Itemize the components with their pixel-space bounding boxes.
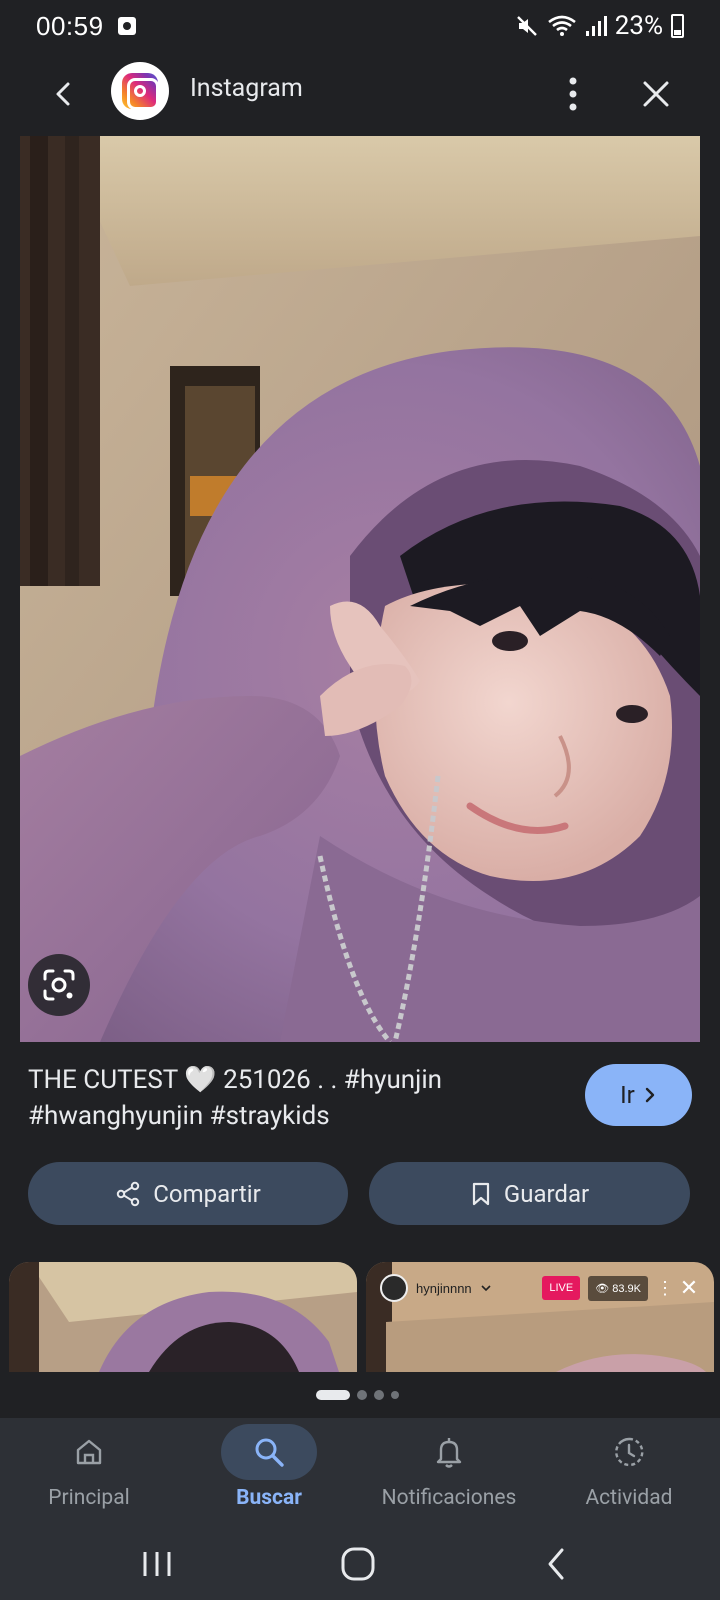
battery-icon <box>671 14 684 38</box>
nav-label: Principal <box>48 1486 130 1510</box>
site-title: Instagram <box>190 74 303 103</box>
page-dot <box>374 1390 384 1400</box>
chevron-down-icon <box>481 1285 491 1292</box>
top-app-bar: Instagram <box>0 52 720 136</box>
bookmark-icon <box>472 1182 489 1205</box>
mute-icon <box>516 16 537 36</box>
close-icon[interactable] <box>636 74 676 114</box>
nav-label: Notificaciones <box>381 1486 517 1510</box>
save-button[interactable]: Guardar <box>369 1162 690 1225</box>
live-more-icon: ⋮ <box>656 1277 674 1298</box>
nav-label: Actividad <box>585 1486 673 1510</box>
related-images: hynjinnnn LIVE 👁 83.9K ⋮ ✕ <box>0 1262 720 1372</box>
nav-label: Buscar <box>236 1486 302 1510</box>
live-close-icon: ✕ <box>679 1275 699 1300</box>
google-lens-icon <box>43 969 75 1001</box>
instagram-logo-icon <box>122 73 159 110</box>
page-indicator <box>316 1389 399 1401</box>
signal-icon <box>585 16 607 36</box>
system-navigation-bar <box>0 1528 720 1600</box>
visit-button[interactable]: Ir <box>585 1064 692 1126</box>
live-card-header: hynjinnnn LIVE 👁 83.9K ⋮ ✕ <box>366 1262 714 1314</box>
site-favicon <box>111 62 169 120</box>
battery-percent: 23% <box>614 11 663 41</box>
status-icons: 23% <box>515 11 684 41</box>
related-image-2[interactable]: hynjinnnn LIVE 👁 83.9K ⋮ ✕ <box>366 1262 714 1372</box>
nav-item-buscar[interactable]: Buscar <box>221 1418 317 1528</box>
home-button-icon[interactable] <box>334 1542 382 1586</box>
share-button[interactable]: Compartir <box>28 1162 348 1225</box>
live-username: hynjinnnn <box>416 1280 472 1296</box>
nav-item-principal[interactable]: Principal <box>41 1418 137 1528</box>
share-button-label: Compartir <box>153 1179 261 1208</box>
nav-item-notificaciones[interactable]: Notificaciones <box>369 1418 529 1528</box>
status-bar: 00:59 23% <box>0 0 720 52</box>
related-image-1[interactable] <box>9 1262 357 1372</box>
viewer-count-value: 83.9K <box>612 1282 641 1295</box>
image-caption: THE CUTEST 🤍 251026 . . #hyunjin #hwangh… <box>28 1065 443 1131</box>
activity-history-icon <box>615 1437 644 1467</box>
chevron-right-icon <box>645 1087 655 1103</box>
home-icon <box>76 1439 102 1465</box>
save-button-label: Guardar <box>503 1179 590 1208</box>
notification-app-icon <box>117 17 136 35</box>
page-dot <box>391 1391 399 1399</box>
more-vert-icon[interactable] <box>558 72 588 116</box>
wifi-icon <box>547 15 576 36</box>
share-icon <box>117 1181 140 1206</box>
live-user-avatar <box>380 1274 408 1302</box>
visit-button-label: Ir <box>620 1081 635 1109</box>
main-image[interactable] <box>20 136 700 1042</box>
screen: 00:59 23% Instagram THE CUTEST 🤍 251026 … <box>0 0 720 1600</box>
lens-search-button[interactable] <box>28 954 90 1016</box>
system-back-icon[interactable] <box>534 1542 582 1586</box>
bottom-navigation: Principal Buscar Notificaciones Activida… <box>0 1418 720 1528</box>
back-arrow-icon[interactable] <box>44 74 84 114</box>
page-dot-active <box>316 1390 350 1400</box>
status-time: 00:59 <box>36 10 104 41</box>
recent-apps-icon[interactable] <box>133 1542 181 1586</box>
bell-icon <box>436 1438 462 1468</box>
page-dot <box>357 1390 367 1400</box>
live-badge: LIVE <box>542 1276 581 1300</box>
nav-item-actividad[interactable]: Actividad <box>570 1418 688 1528</box>
viewer-count: 👁 83.9K <box>588 1275 648 1301</box>
search-icon <box>255 1438 284 1467</box>
